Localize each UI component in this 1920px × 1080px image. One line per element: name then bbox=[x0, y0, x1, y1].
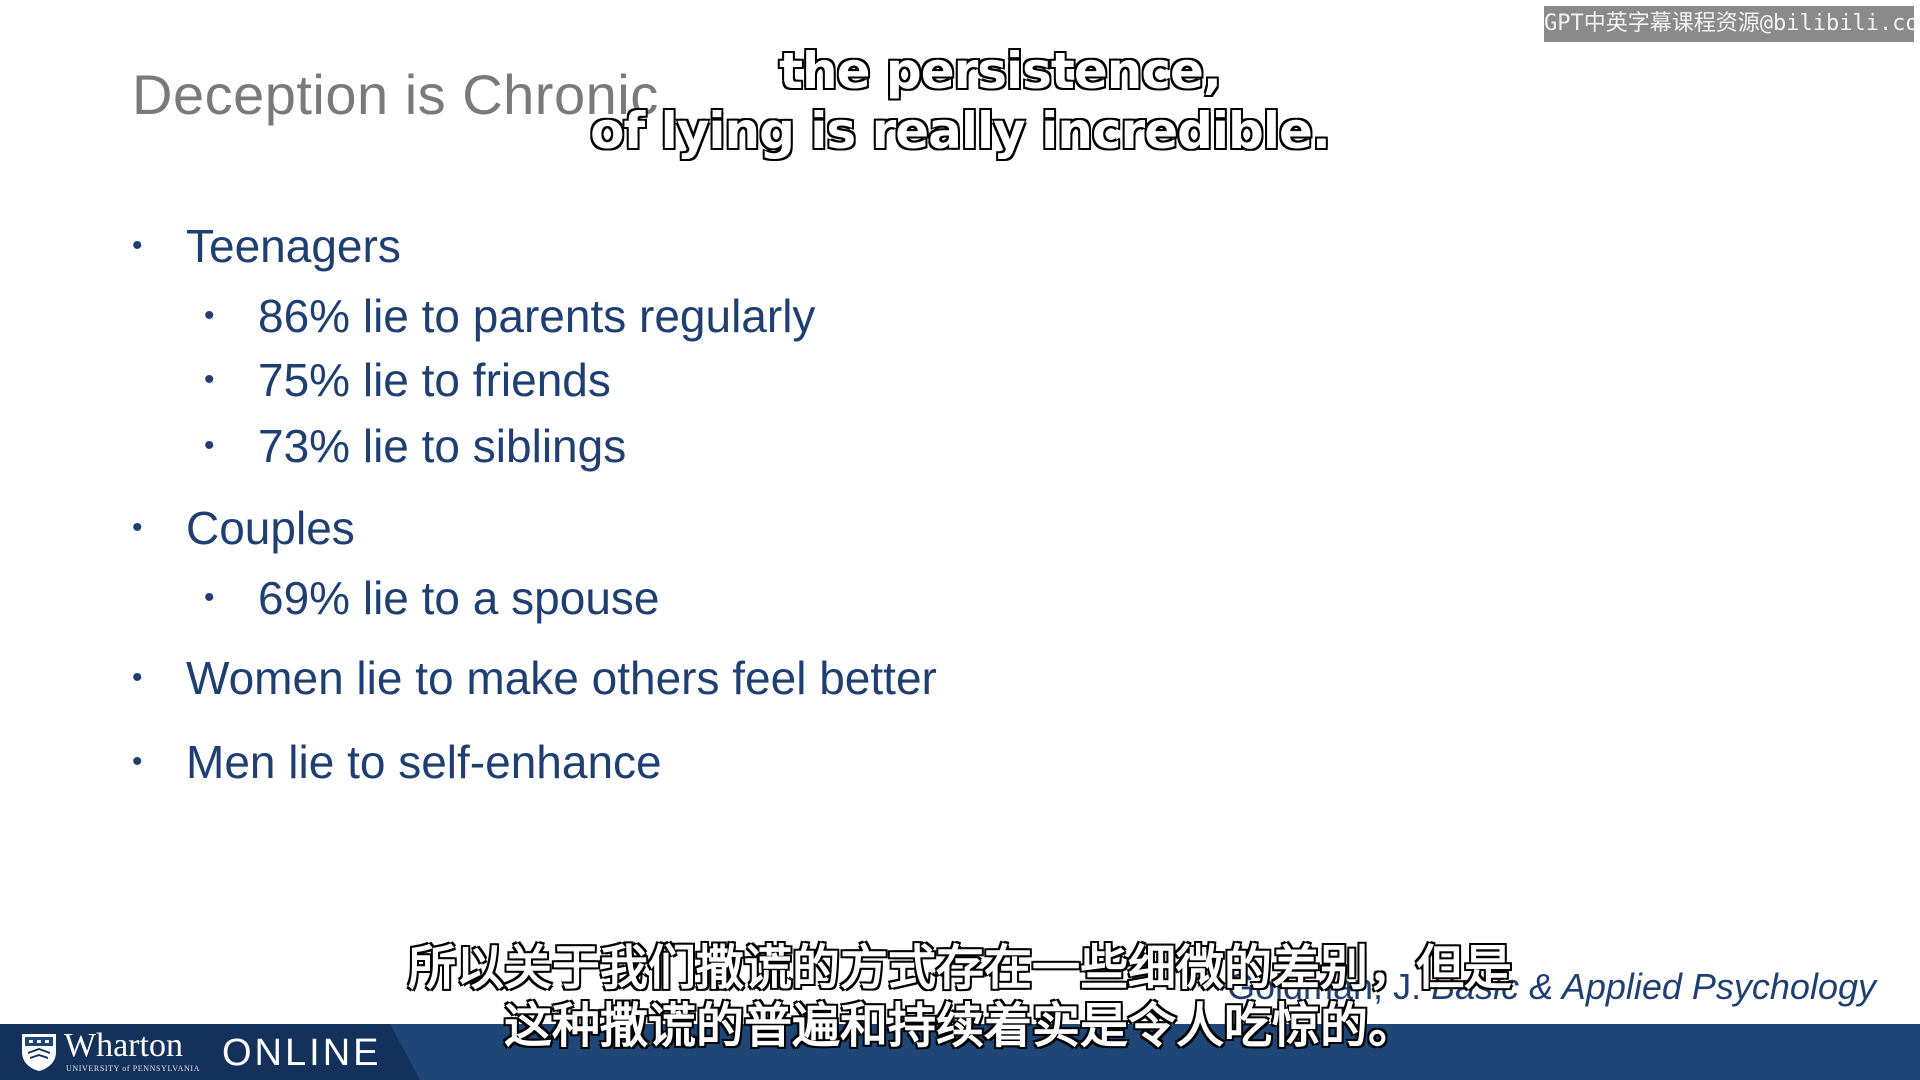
bullet-dot-icon: • bbox=[132, 661, 143, 694]
bullet-dot-icon: • bbox=[132, 511, 143, 544]
bullet-list: • Teenagers • 86% lie to parents regular… bbox=[0, 0, 1920, 1080]
bullet-text: 73% lie to siblings bbox=[258, 420, 627, 472]
bullet-text: Men lie to self-enhance bbox=[186, 736, 662, 788]
bullet-dot-icon: • bbox=[204, 581, 215, 614]
subtitle-en-line-2: of lying is really incredible. bbox=[589, 101, 1332, 161]
subtitle-zh-line-2: 这种撒谎的普遍和持续着实是令人吃惊的。 bbox=[503, 997, 1417, 1055]
watermark: GPT中英字幕课程资源@bilibili.com bbox=[1544, 6, 1914, 42]
bullet-dot-icon: • bbox=[204, 429, 215, 462]
bullet-text: 75% lie to friends bbox=[258, 354, 611, 406]
bullet-dot-icon: • bbox=[204, 363, 215, 396]
subtitle-en-line-1: the persistence, bbox=[778, 41, 1223, 101]
bullet-dot-icon: • bbox=[204, 299, 215, 332]
bullet-dot-icon: • bbox=[132, 229, 143, 262]
bullet-text: Women lie to make others feel better bbox=[186, 652, 937, 704]
bullet-text: Teenagers bbox=[186, 220, 401, 272]
bullet-text: Couples bbox=[186, 502, 355, 554]
wharton-subtitle: UNIVERSITY of PENNSYLVANIA bbox=[66, 1064, 200, 1073]
bullet-text: 86% lie to parents regularly bbox=[258, 290, 816, 342]
bullet-text: 69% lie to a spouse bbox=[258, 572, 660, 624]
bullet-dot-icon: • bbox=[132, 745, 143, 778]
